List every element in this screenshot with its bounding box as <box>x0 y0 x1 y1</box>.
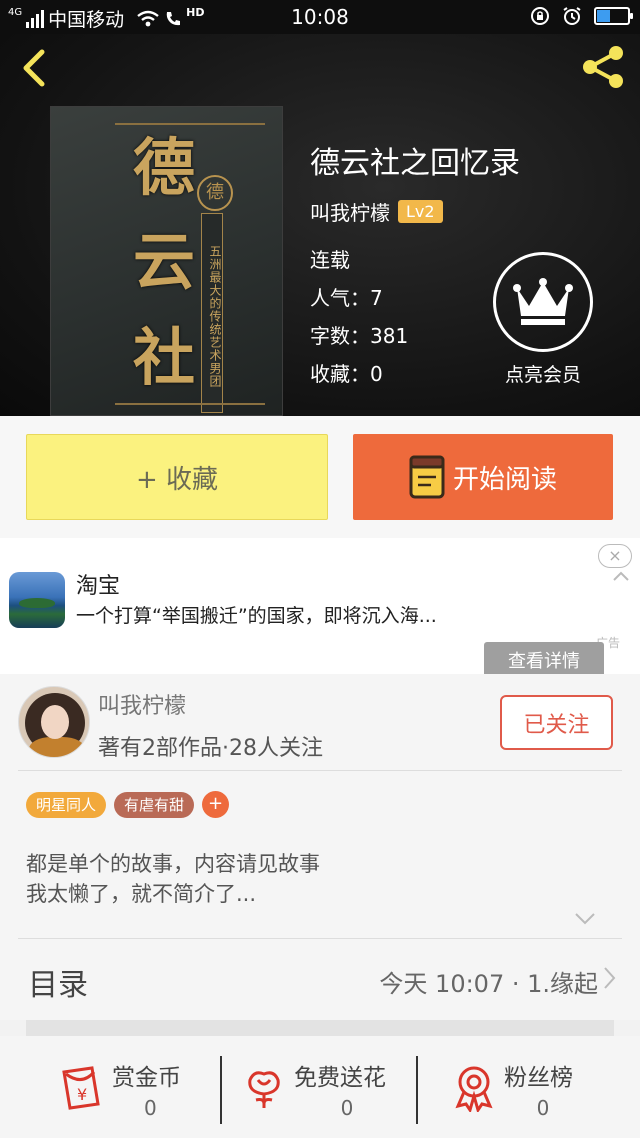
follow-button[interactable]: 已关注 <box>500 695 613 750</box>
book-author-line: 叫我柠檬 Lv2 <box>310 197 443 226</box>
ad-thumbnail <box>9 572 65 628</box>
chevron-up-icon[interactable] <box>612 570 630 582</box>
flower-icon <box>248 1071 280 1108</box>
ad-brand: 淘宝 <box>76 574 121 599</box>
book-status: 连载 <box>310 248 350 272</box>
author-name[interactable]: 叫我柠檬 <box>98 688 186 720</box>
svg-text:¥: ¥ <box>77 1085 87 1104</box>
add-tag-button[interactable]: + <box>202 791 230 818</box>
cover-char-3: 社 <box>133 321 196 394</box>
chevron-right-icon <box>604 967 616 989</box>
level-badge: Lv2 <box>398 200 443 223</box>
cover-seal: 德 <box>197 175 233 211</box>
reward-count: 0 <box>144 1096 157 1120</box>
tag-chip[interactable]: 有虐有甜 <box>114 791 195 818</box>
favorite-button[interactable]: + 收藏 <box>26 434 328 520</box>
separator-band <box>26 1020 614 1036</box>
book-icon <box>409 455 445 499</box>
red-envelope-icon: ¥ <box>62 1066 100 1110</box>
reward-label: 赏金币 <box>112 1065 181 1091</box>
toc-latest-chapter: 今天 10:07 · 1.缘起 <box>379 970 598 998</box>
author-stats: 著有2部作品·28人关注 <box>98 736 323 761</box>
intro-line-1: 都是单个的故事，内容请见故事 <box>26 852 320 876</box>
back-arrow-icon[interactable] <box>14 46 58 90</box>
book-detail-page: 4G 中国移动 HD 10:08 德 云 社 德 五洲最大的传统艺术男团 德云社… <box>0 0 640 1138</box>
battery-icon <box>594 7 633 25</box>
cover-char-1: 德 <box>133 131 196 204</box>
intro-line-2: 我太懒了，就不简介了... <box>26 882 257 906</box>
reward-coins-button[interactable]: ¥ 赏金币 0 <box>58 1054 208 1122</box>
book-word-count: 字数：381 <box>310 324 409 348</box>
cover-vertical-text: 五洲最大的传统艺术男团 <box>201 213 223 413</box>
crown-icon <box>493 252 593 352</box>
divider <box>18 770 622 771</box>
toc-label: 目录 <box>28 968 88 1003</box>
chevron-down-icon[interactable] <box>574 912 596 926</box>
ad-detail-button[interactable]: 查看详情 <box>484 642 604 674</box>
vip-button[interactable]: 点亮会员 <box>488 252 598 387</box>
status-bar: 4G 中国移动 HD 10:08 <box>0 0 640 34</box>
ad-banner[interactable]: 淘宝 一个打算“举国搬迁”的国家，即将沉入海... × ☁广告 查看详情 <box>0 538 640 674</box>
book-info-panel: 叫我柠檬 著有2部作品·28人关注 已关注 明星同人 有虐有甜 + 都是单个的故… <box>0 674 640 1020</box>
book-header: 德 云 社 德 五洲最大的传统艺术男团 德云社之回忆录 叫我柠檬 Lv2 连载 … <box>0 34 640 416</box>
book-author[interactable]: 叫我柠檬 <box>310 197 390 226</box>
flower-count: 0 <box>340 1096 354 1120</box>
status-icons <box>530 6 633 26</box>
book-cover[interactable]: 德 云 社 德 五洲最大的传统艺术男团 <box>50 106 283 416</box>
divider <box>416 1056 418 1124</box>
free-flower-button[interactable]: 免费送花 0 <box>240 1054 410 1122</box>
divider <box>220 1056 222 1124</box>
fans-ranking-button[interactable]: 粉丝榜 0 <box>450 1054 600 1122</box>
share-icon[interactable] <box>578 42 628 92</box>
cover-char-2: 云 <box>133 225 196 298</box>
cover-rule <box>115 403 265 405</box>
avatar[interactable] <box>18 686 90 758</box>
flower-label: 免费送花 <box>294 1065 386 1091</box>
start-reading-label: 开始阅读 <box>452 464 557 495</box>
book-favorites: 收藏：0 <box>310 362 383 386</box>
fans-label: 粉丝榜 <box>504 1065 573 1091</box>
table-of-contents-row[interactable]: 目录 今天 10:07 · 1.缘起 <box>0 938 640 1018</box>
ad-close-icon[interactable]: × <box>598 544 632 568</box>
bottom-bar: ¥ 赏金币 0 免费送花 0 粉丝榜 0 <box>0 1036 640 1138</box>
medal-icon <box>455 1066 493 1112</box>
book-popularity: 人气：7 <box>310 286 383 310</box>
tag-list: 明星同人 有虐有甜 + <box>26 791 230 818</box>
action-bar: + 收藏 开始阅读 <box>0 416 640 538</box>
ad-description: 一个打算“举国搬迁”的国家，即将沉入海... <box>76 605 437 627</box>
book-title: 德云社之回忆录 <box>310 146 520 181</box>
rotation-lock-icon <box>531 7 549 25</box>
start-reading-button[interactable]: 开始阅读 <box>353 434 613 520</box>
alarm-icon <box>563 7 581 25</box>
vip-label: 点亮会员 <box>504 364 581 386</box>
tag-chip[interactable]: 明星同人 <box>26 791 107 818</box>
fans-count: 0 <box>536 1096 550 1120</box>
